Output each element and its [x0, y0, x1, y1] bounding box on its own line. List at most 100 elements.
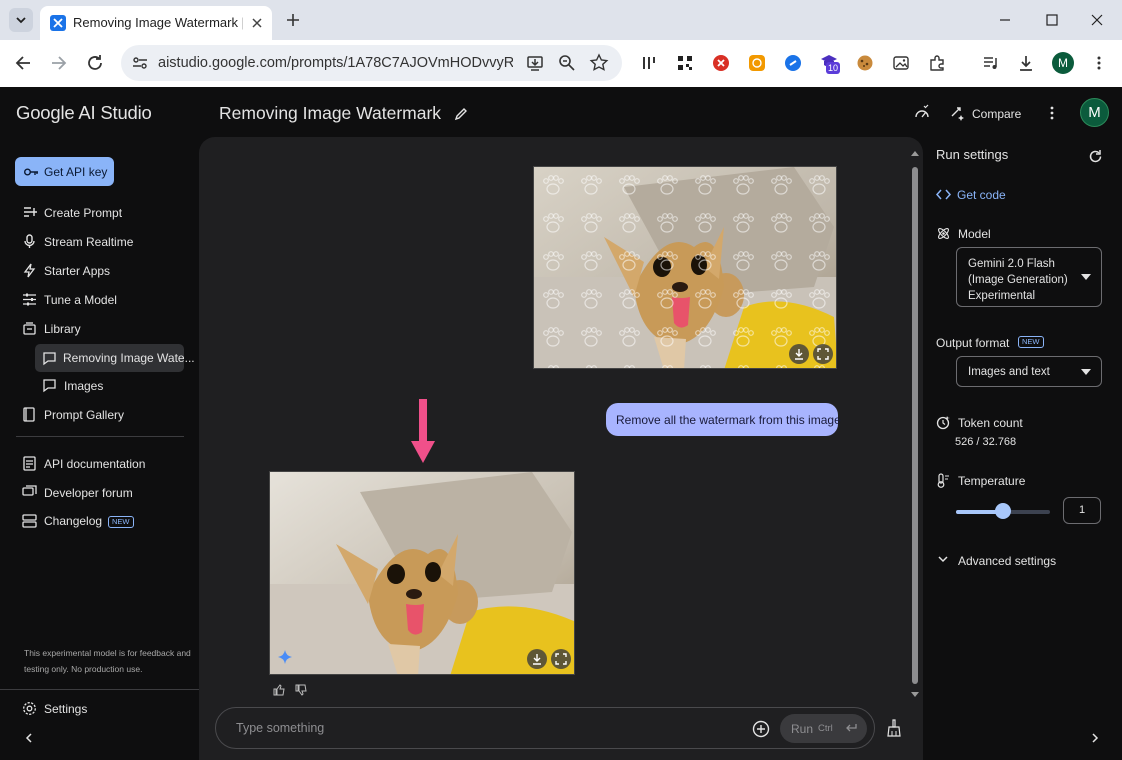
- compare-button[interactable]: Compare: [950, 105, 1030, 123]
- model-value-line3: Experimental: [968, 290, 1036, 302]
- library-item-images[interactable]: Images: [42, 375, 212, 397]
- library-item-removing-image-watermark[interactable]: Removing Image Wate...: [35, 344, 195, 372]
- extension-tools-icon[interactable]: [641, 55, 657, 71]
- forward-icon[interactable]: [48, 52, 70, 74]
- install-app-icon[interactable]: [525, 53, 545, 73]
- generated-image-clean[interactable]: [269, 471, 575, 675]
- chihuahua-photo-clean: [270, 472, 574, 674]
- browser-tab-active[interactable]: Removing Image Watermark | G: [40, 6, 272, 40]
- address-bar[interactable]: aistudio.google.com/prompts/1A78C7AJOVmH…: [121, 45, 622, 81]
- expand-panel-chevron-icon[interactable]: [1088, 731, 1102, 745]
- run-shortcut-label: Ctrl: [818, 723, 833, 734]
- extension-link-icon[interactable]: [785, 55, 801, 71]
- extension-cookie-icon[interactable]: [857, 55, 873, 71]
- extension-translate-icon[interactable]: [749, 55, 765, 71]
- sidebar-item-label: Developer forum: [44, 486, 133, 500]
- code-icon: [936, 189, 951, 200]
- user-message-bubble[interactable]: Remove all the watermark from this image: [606, 403, 841, 436]
- maximize-icon[interactable]: [1044, 12, 1060, 28]
- sidebar-item-developer-forum[interactable]: Developer forum: [22, 482, 192, 504]
- fullscreen-icon: [555, 653, 567, 665]
- output-format-new-badge: NEW: [1018, 336, 1044, 348]
- scroll-down-arrow-icon[interactable]: [910, 691, 920, 699]
- run-label: Run: [791, 722, 814, 736]
- more-options-icon[interactable]: [1045, 105, 1059, 121]
- prompt-add-icon: [24, 207, 37, 217]
- downloads-icon[interactable]: [1018, 55, 1034, 71]
- sidebar-item-prompt-gallery[interactable]: Prompt Gallery: [22, 404, 192, 426]
- browser-tab-strip: Removing Image Watermark | G: [0, 0, 1122, 40]
- new-badge: NEW: [108, 516, 134, 528]
- thumbs-down-icon[interactable]: [295, 684, 307, 696]
- uploaded-image-watermarked[interactable]: [533, 166, 837, 369]
- run-button[interactable]: Run Ctrl: [780, 714, 867, 743]
- bookmark-star-icon[interactable]: [589, 53, 609, 73]
- dropdown-arrow-icon: [1081, 274, 1091, 280]
- profile-avatar[interactable]: M: [1052, 52, 1074, 74]
- chat-scrollbar-thumb[interactable]: [912, 167, 918, 684]
- add-media-icon[interactable]: [752, 720, 770, 738]
- temperature-input[interactable]: 1: [1063, 497, 1101, 524]
- collapse-sidebar-chevron-icon[interactable]: [22, 731, 36, 745]
- prompt-input-placeholder: Type something: [236, 721, 325, 735]
- prompt-input-box[interactable]: Type something Run Ctrl: [215, 707, 875, 749]
- sidebar-item-tune-a-model[interactable]: Tune a Model: [22, 289, 192, 311]
- back-icon[interactable]: [12, 52, 34, 74]
- advanced-settings-toggle[interactable]: Advanced settings: [936, 552, 1076, 568]
- fullscreen-image-button[interactable]: [813, 344, 833, 364]
- extension-qr-icon[interactable]: [677, 55, 693, 71]
- speed-check-icon[interactable]: [913, 104, 931, 122]
- download-image-button[interactable]: [789, 344, 809, 364]
- chevron-down-icon: [938, 556, 948, 563]
- output-format-select[interactable]: Images and text: [956, 356, 1102, 387]
- site-info-icon[interactable]: [131, 54, 149, 72]
- clear-chat-broom-icon[interactable]: [886, 719, 902, 737]
- get-api-key-button[interactable]: Get API key: [15, 157, 114, 186]
- sidebar-item-starter-apps[interactable]: Starter Apps: [22, 260, 192, 282]
- bolt-icon: [23, 263, 36, 278]
- minimize-icon[interactable]: [997, 12, 1013, 28]
- model-atom-icon: [938, 228, 949, 239]
- chihuahua-photo-watermarked: [534, 167, 836, 368]
- temperature-label: Temperature: [958, 474, 1026, 488]
- sidebar-item-stream-realtime[interactable]: Stream Realtime: [22, 231, 192, 253]
- scroll-up-arrow-icon[interactable]: [910, 149, 920, 157]
- edit-title-icon[interactable]: [454, 106, 469, 121]
- get-code-link[interactable]: Get code: [936, 187, 1016, 203]
- sidebar-item-library[interactable]: Library: [22, 318, 192, 340]
- sidebar-item-label: Settings: [44, 702, 88, 716]
- fullscreen-image-button[interactable]: [551, 649, 571, 669]
- sidebar-item-label: Tune a Model: [44, 293, 117, 307]
- browser-menu-icon[interactable]: [1091, 55, 1107, 71]
- download-image-button[interactable]: [527, 649, 547, 669]
- tab-search-button[interactable]: [9, 8, 33, 32]
- extension-block-icon[interactable]: [713, 55, 729, 71]
- reset-settings-icon[interactable]: [1088, 149, 1103, 164]
- extensions-puzzle-icon[interactable]: [929, 55, 945, 71]
- user-avatar[interactable]: M: [1080, 98, 1109, 127]
- sidebar-item-label: Starter Apps: [44, 264, 111, 278]
- brand-logo[interactable]: Google AI Studio: [16, 102, 152, 124]
- thumbs-up-icon[interactable]: [273, 684, 285, 696]
- extension-image-icon[interactable]: [893, 55, 909, 71]
- temperature-slider-thumb[interactable]: [995, 503, 1011, 519]
- tune-icon: [23, 293, 36, 306]
- model-select[interactable]: Gemini 2.0 Flash (Image Generation) Expe…: [956, 247, 1102, 307]
- extension-badge-button[interactable]: 10: [820, 53, 842, 75]
- close-window-icon[interactable]: [1089, 12, 1105, 28]
- reload-icon[interactable]: [84, 52, 106, 74]
- gallery-icon: [23, 407, 35, 422]
- output-format-label: Output format: [936, 336, 1010, 350]
- arrow-down-annotation-icon: [411, 399, 435, 463]
- compare-sparkle-icon: [951, 107, 964, 121]
- sidebar-item-label: Prompt Gallery: [44, 408, 125, 422]
- media-controls-icon[interactable]: [983, 55, 999, 71]
- output-format-value: Images and text: [968, 366, 1050, 378]
- sidebar-item-create-prompt[interactable]: Create Prompt: [22, 202, 192, 224]
- zoom-icon[interactable]: [557, 53, 577, 73]
- sidebar-item-changelog[interactable]: Changelog NEW: [22, 510, 192, 532]
- new-tab-icon[interactable]: [284, 11, 302, 29]
- close-tab-icon[interactable]: [250, 16, 264, 30]
- sidebar-item-api-documentation[interactable]: API documentation: [22, 453, 192, 475]
- sidebar-item-settings[interactable]: Settings: [22, 698, 192, 720]
